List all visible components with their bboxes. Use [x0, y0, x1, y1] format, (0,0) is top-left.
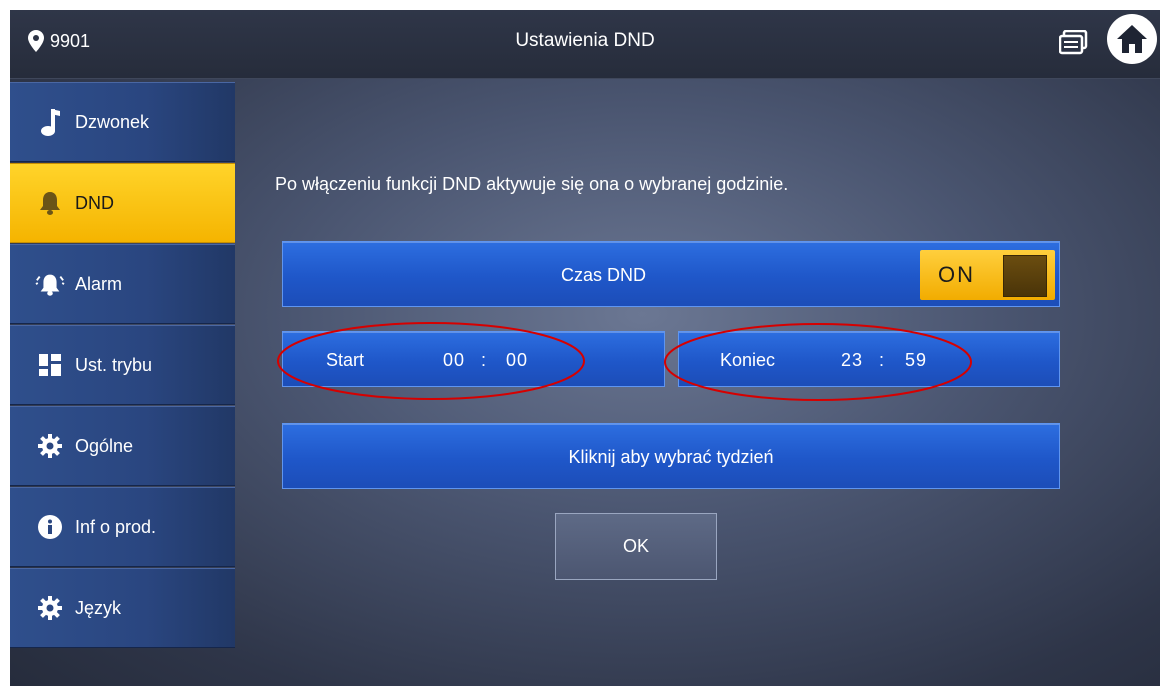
toggle-knob [1003, 255, 1047, 297]
sidebar-item-jezyk[interactable]: Język [10, 568, 235, 648]
sidebar-item-label: Inf o prod. [75, 516, 157, 537]
end-label: Koniec [720, 350, 776, 370]
sidebar-item-label: Dzwonek [75, 111, 150, 132]
info-icon [35, 512, 65, 542]
start-minute[interactable]: 00 [506, 332, 528, 388]
start-time-field[interactable]: Start 00 : 00 [282, 331, 665, 387]
bell-icon [35, 188, 65, 218]
mode-grid-icon [35, 350, 65, 380]
dnd-toggle-state: ON [938, 262, 975, 287]
end-hour[interactable]: 23 [841, 332, 863, 388]
sidebar-item-dzwonek[interactable]: Dzwonek [10, 82, 235, 162]
sidebar-item-label: Język [75, 597, 122, 618]
sidebar-item-dnd[interactable]: DND [10, 163, 235, 243]
select-week-button[interactable]: Kliknij aby wybrać tydzień [282, 423, 1060, 489]
dnd-time-row[interactable]: Czas DND ON [282, 241, 1060, 307]
sidebar-item-inf-o-prod[interactable]: Inf o prod. [10, 487, 235, 567]
home-icon [1117, 25, 1147, 53]
ok-button[interactable]: OK [555, 513, 717, 580]
sidebar-item-label: Alarm [75, 273, 123, 294]
sidebar-item-alarm[interactable]: Alarm [10, 244, 235, 324]
end-time-field[interactable]: Koniec 23 : 59 [678, 331, 1060, 387]
top-bar: 9901 Ustawienia DND [10, 10, 1160, 79]
start-hour[interactable]: 00 [443, 332, 465, 388]
sidebar-item-ust-trybu[interactable]: Ust. trybu [10, 325, 235, 405]
music-note-icon [35, 107, 65, 137]
dnd-description: Po włączeniu funkcji DND aktywuje się on… [275, 174, 789, 194]
gear-icon [35, 431, 65, 461]
sidebar-item-label: DND [75, 192, 114, 213]
sidebar-item-ogolne[interactable]: Ogólne [10, 406, 235, 486]
screen: 9901 Ustawienia DND Dzwonek DND Alarm Us… [10, 10, 1160, 686]
sidebar-item-label: Ogólne [75, 435, 134, 456]
end-minute[interactable]: 59 [905, 332, 927, 388]
time-separator: : [879, 350, 886, 370]
home-button[interactable] [1107, 14, 1157, 64]
dnd-time-label: Czas DND [560, 265, 646, 285]
messages-icon[interactable] [1058, 29, 1089, 61]
gear-icon [35, 593, 65, 623]
page-title: Ustawienia DND [515, 30, 655, 51]
start-label: Start [326, 350, 365, 370]
sidebar-item-label: Ust. trybu [75, 354, 153, 375]
time-separator: : [481, 350, 488, 370]
alarm-bell-icon [35, 269, 65, 299]
dnd-toggle[interactable]: ON [920, 250, 1055, 300]
